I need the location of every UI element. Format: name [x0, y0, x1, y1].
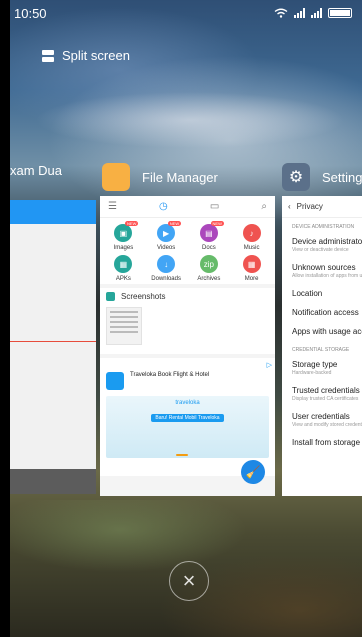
app-body	[10, 224, 96, 469]
settings-item: Trusted credentials Display trusted CA c…	[292, 386, 360, 402]
split-screen-icon	[42, 49, 54, 62]
more-icon: ▦	[242, 255, 261, 273]
gear-icon: ⚙	[282, 163, 310, 191]
category-item: ▤ NEW Docs	[188, 221, 231, 251]
split-screen-button[interactable]: Split screen	[42, 48, 130, 63]
app-footer	[10, 469, 96, 494]
clock-icon: ◷	[159, 201, 168, 212]
menu-icon: ☰	[108, 201, 117, 212]
status-bar: 10:50	[0, 0, 362, 26]
category-label: Archives	[197, 276, 221, 282]
app-label-settings: Settings	[322, 169, 362, 185]
clean-fab-icon: 🧹	[241, 460, 265, 484]
screenshots-section: Screenshots	[100, 288, 275, 354]
screenshot-thumbnail	[106, 307, 142, 345]
recent-app-card-file-manager[interactable]: ☰ ◷ ▭ ⌕ ▣ NEW Images ▶ NEW Videos ▤ NEW Doc…	[100, 196, 275, 496]
settings-item: User credentials View and modify stored …	[292, 412, 362, 428]
screenshots-label: Screenshots	[121, 292, 166, 301]
recent-app-card-left[interactable]	[10, 200, 96, 494]
archive-icon: zip	[199, 255, 218, 273]
search-icon: ⌕	[261, 201, 267, 212]
ad-promo: Baru! Rental Mobil Traveloka	[151, 414, 224, 422]
screenshots-icon	[106, 292, 115, 301]
ad-banner: ▷ Traveloka Book Flight & Hotel travelok…	[100, 358, 275, 476]
settings-title: Privacy	[296, 202, 323, 211]
status-time: 10:50	[14, 5, 47, 21]
settings-item: Apps with usage access	[292, 327, 362, 336]
app-label-file-manager: File Manager	[142, 169, 218, 185]
settings-item: Install from storage	[292, 438, 361, 447]
traveloka-logo	[106, 372, 124, 390]
videos-icon: ▶ NEW	[157, 221, 182, 242]
battery-icon	[328, 8, 352, 18]
category-item: ♪ Music	[230, 224, 273, 251]
docs-icon: ▤ NEW	[199, 221, 224, 242]
clear-all-button[interactable]: ×	[169, 561, 209, 601]
screen-edge	[0, 0, 10, 637]
adchoices-icon: ▷	[266, 362, 272, 369]
settings-toolbar: ‹ Privacy	[282, 196, 362, 218]
ad-cta	[176, 454, 188, 456]
settings-item: Device administrators View or deactivate…	[292, 237, 362, 253]
split-screen-label: Split screen	[62, 48, 130, 63]
back-icon: ‹	[288, 202, 291, 211]
category-item: ▶ NEW Videos	[145, 221, 188, 251]
download-icon: ↓	[157, 255, 176, 273]
section-header: DEVICE ADMINISTRATION	[292, 224, 355, 230]
category-item: ▦ More	[230, 255, 273, 282]
category-item: ▦ APKs	[102, 255, 145, 282]
folder-icon: ▭	[209, 201, 220, 212]
ad-title: Traveloka Book Flight & Hotel	[130, 372, 210, 378]
wallpaper-clouds	[0, 90, 362, 150]
ad-brand: traveloka	[175, 400, 200, 406]
ad-image: traveloka Baru! Rental Mobil Traveloka	[106, 396, 269, 458]
settings-item: Notification access	[292, 308, 359, 317]
app-header-left[interactable]: xam Dua	[10, 163, 62, 178]
recent-app-card-settings[interactable]: ‹ Privacy DEVICE ADMINISTRATION Device a…	[282, 196, 362, 496]
settings-item: Unknown sources Allow installation of ap…	[292, 263, 362, 279]
images-icon: ▣ NEW	[114, 221, 139, 242]
section-header: CREDENTIAL STORAGE	[292, 347, 350, 353]
app-label-left: xam Dua	[10, 163, 63, 178]
app-toolbar	[10, 200, 96, 224]
apk-icon: ▦	[114, 255, 133, 273]
app-divider	[10, 341, 96, 342]
wifi-icon	[274, 8, 288, 18]
close-icon: ×	[182, 568, 196, 593]
category-label: Images	[113, 245, 134, 251]
settings-item: Storage type Hardware-backed	[292, 360, 338, 376]
app-header-file-manager[interactable]: File Manager	[102, 163, 218, 191]
category-label: Docs	[202, 245, 216, 251]
music-icon: ♪	[242, 224, 261, 242]
category-label: APKs	[115, 276, 131, 282]
settings-item: Location	[292, 289, 323, 298]
category-item: zip Archives	[188, 255, 231, 282]
file-manager-icon	[102, 163, 130, 191]
category-grid: ▣ NEW Images ▶ NEW Videos ▤ NEW Docs ♪ Musi…	[100, 218, 275, 284]
category-item: ▣ NEW Images	[102, 221, 145, 251]
file-manager-toolbar: ☰ ◷ ▭ ⌕	[100, 196, 275, 218]
signal-icon	[294, 8, 305, 18]
category-label: Videos	[157, 245, 176, 251]
category-label: More	[244, 276, 259, 282]
category-label: Downloads	[151, 276, 181, 282]
status-icons	[274, 8, 352, 18]
signal-icon-2	[311, 8, 322, 18]
category-item: ↓ Downloads	[145, 255, 188, 282]
app-header-settings[interactable]: ⚙ Settings	[282, 163, 362, 191]
category-label: Music	[243, 245, 260, 251]
